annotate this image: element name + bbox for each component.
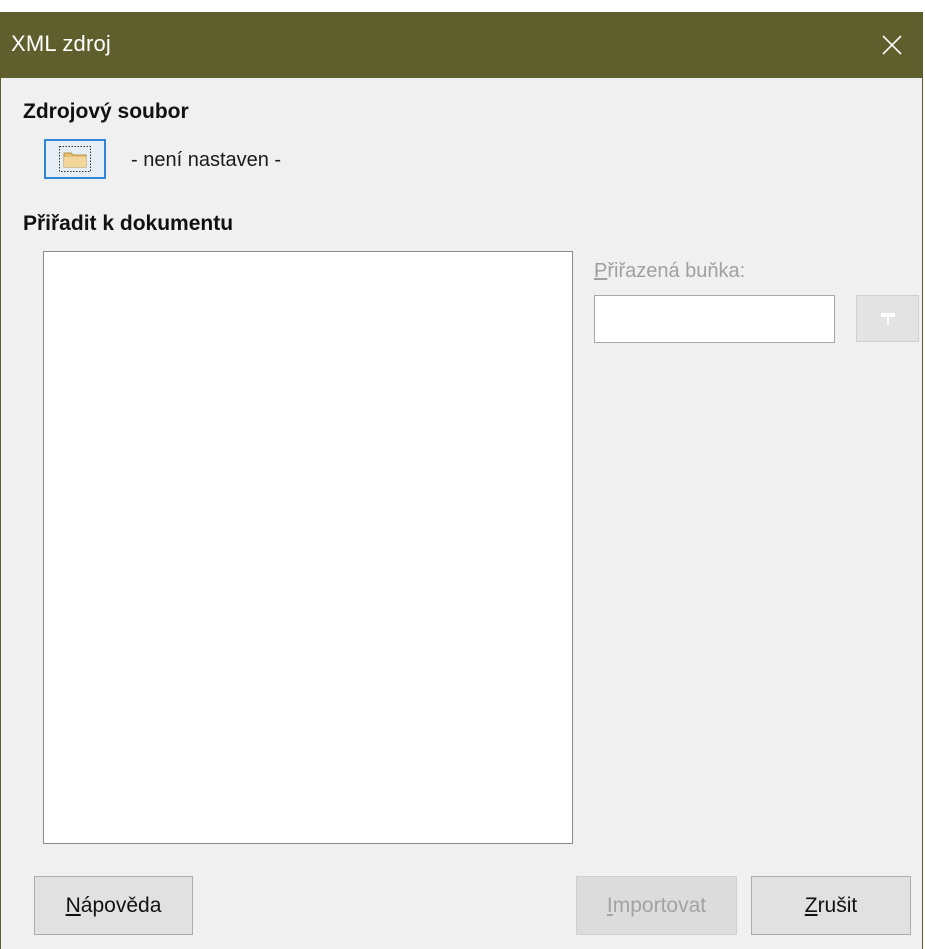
source-file-heading: Zdrojový soubor bbox=[23, 100, 189, 123]
xml-source-dialog: XML zdroj Zdrojový soubor - není nastave… bbox=[0, 12, 923, 949]
close-button[interactable] bbox=[862, 12, 922, 78]
source-file-status: - není nastaven - bbox=[131, 149, 282, 171]
import-label: mportovat bbox=[612, 893, 707, 917]
cancel-mnemonic: Z bbox=[804, 893, 818, 917]
title-bar: XML zdroj bbox=[1, 12, 922, 78]
help-label: ápověda bbox=[80, 893, 162, 917]
help-button[interactable]: Nápověda bbox=[34, 876, 193, 935]
help-mnemonic: N bbox=[65, 893, 81, 917]
shrink-icon bbox=[880, 312, 895, 325]
mapped-cell-label-text: řiřazená buňka: bbox=[607, 260, 746, 282]
dialog-title: XML zdroj bbox=[11, 31, 112, 56]
mapped-cell-mnemonic: P bbox=[594, 260, 608, 282]
mapped-cell-label: Přiřazená buňka: bbox=[594, 260, 745, 283]
map-to-document-heading: Přiřadit k dokumentu bbox=[23, 212, 234, 235]
xml-structure-tree[interactable] bbox=[43, 251, 573, 844]
mapped-cell-input[interactable] bbox=[594, 295, 835, 343]
cancel-label: rušit bbox=[817, 893, 858, 917]
browse-source-button[interactable] bbox=[44, 139, 106, 179]
close-icon bbox=[882, 35, 902, 55]
cancel-button[interactable]: Zrušit bbox=[751, 876, 911, 935]
import-button[interactable]: Importovat bbox=[576, 876, 737, 935]
shrink-button[interactable] bbox=[856, 295, 919, 342]
folder-icon bbox=[59, 146, 91, 172]
